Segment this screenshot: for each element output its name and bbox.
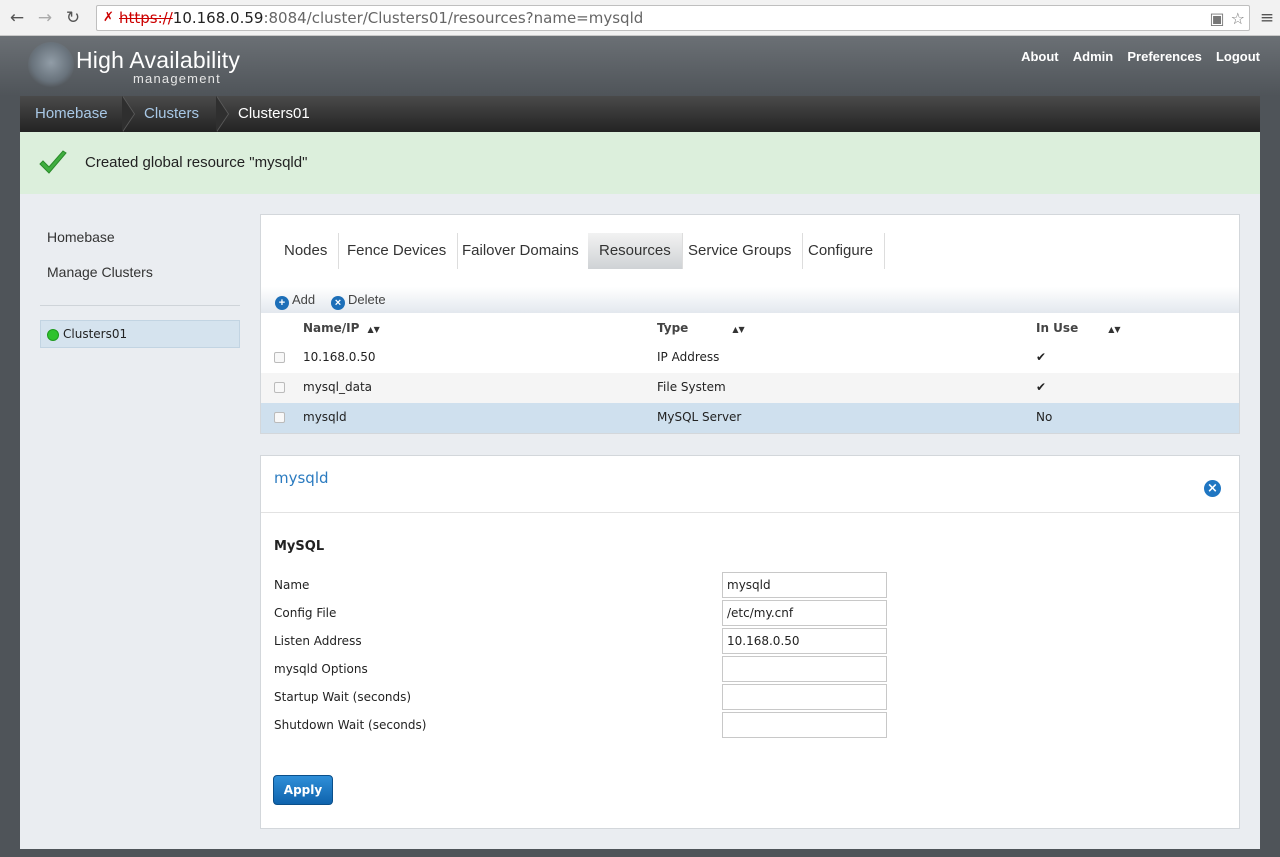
admin-link[interactable]: Admin xyxy=(1073,49,1113,64)
sort-icon: ▲▼ xyxy=(1108,325,1121,334)
column-header-in-use[interactable]: In Use ▲▼ xyxy=(1036,321,1121,335)
config-file-label: Config File xyxy=(274,606,337,620)
top-nav: About Admin Preferences Logout xyxy=(1011,49,1260,65)
sidebar-cluster-item[interactable]: Clusters01 xyxy=(40,320,240,348)
breadcrumb-clusters[interactable]: Clusters xyxy=(144,96,199,132)
breadcrumb-separator xyxy=(216,96,231,132)
delete-icon: × xyxy=(331,296,345,310)
tab-resources[interactable]: Resources xyxy=(588,233,683,269)
url-text: https://10.168.0.59:8084/cluster/Cluster… xyxy=(119,9,644,27)
preferences-link[interactable]: Preferences xyxy=(1127,49,1201,64)
cell-in-use: ✔ xyxy=(1036,350,1047,364)
tab-service-groups[interactable]: Service Groups xyxy=(677,233,804,269)
detail-divider xyxy=(261,512,1239,513)
cell-type: File System xyxy=(657,380,726,394)
success-notice: Created global resource "mysqld" xyxy=(20,132,1260,194)
breadcrumb-homebase[interactable]: Homebase xyxy=(35,96,108,132)
resources-panel: Nodes Fence Devices Failover Domains Res… xyxy=(260,214,1240,434)
delete-button[interactable]: × Delete xyxy=(331,292,386,310)
sidebar-item-manage-clusters[interactable]: Manage Clusters xyxy=(47,264,153,280)
status-online-icon xyxy=(47,329,59,341)
apply-button[interactable]: Apply xyxy=(273,775,333,805)
sidebar-divider xyxy=(40,305,240,306)
sidebar-item-homebase[interactable]: Homebase xyxy=(47,229,115,245)
tab-fence-devices[interactable]: Fence Devices xyxy=(336,233,459,269)
resource-toolbar: + Add × Delete xyxy=(261,287,1239,313)
breadcrumb-separator xyxy=(122,96,137,132)
listen-address-field[interactable] xyxy=(722,628,887,654)
translate-icon[interactable]: ▣ xyxy=(1210,9,1225,28)
add-icon: + xyxy=(275,296,289,310)
mysqld-options-label: mysqld Options xyxy=(274,662,368,676)
bookmark-star-icon[interactable]: ☆ xyxy=(1231,9,1245,28)
logo-icon xyxy=(28,42,74,88)
cell-type: IP Address xyxy=(657,350,720,364)
breadcrumb: Homebase Clusters Clusters01 xyxy=(20,96,1260,132)
checkmark-icon xyxy=(39,150,67,174)
cell-name: 10.168.0.50 xyxy=(303,350,376,364)
cell-in-use: No xyxy=(1036,410,1053,424)
cell-in-use: ✔ xyxy=(1036,380,1047,394)
forward-icon[interactable]: → xyxy=(34,7,56,29)
tab-configure[interactable]: Configure xyxy=(797,233,886,269)
cell-name: mysqld xyxy=(303,410,347,424)
back-icon[interactable]: ← xyxy=(6,7,28,29)
address-bar[interactable]: ✗ https://10.168.0.59:8084/cluster/Clust… xyxy=(96,5,1250,31)
row-checkbox[interactable] xyxy=(274,412,285,423)
startup-wait-field[interactable] xyxy=(722,684,887,710)
reload-icon[interactable]: ↻ xyxy=(62,7,84,29)
config-file-field[interactable] xyxy=(722,600,887,626)
section-title: MySQL xyxy=(274,539,325,554)
table-row[interactable]: 10.168.0.50 IP Address ✔ xyxy=(261,343,1239,373)
insecure-lock-icon: ✗ xyxy=(103,10,114,25)
shutdown-wait-label: Shutdown Wait (seconds) xyxy=(274,718,427,732)
app-subtitle: management xyxy=(133,71,221,86)
cell-name: mysql_data xyxy=(303,380,373,394)
cluster-name: Clusters01 xyxy=(63,327,128,341)
resource-detail-panel: mysqld × MySQL Name Config File Listen A… xyxy=(260,455,1240,829)
app-header: High Availability management About Admin… xyxy=(0,36,1280,96)
listen-address-label: Listen Address xyxy=(274,634,362,648)
about-link[interactable]: About xyxy=(1021,49,1059,64)
add-button[interactable]: + Add xyxy=(275,292,315,310)
tab-nodes[interactable]: Nodes xyxy=(273,233,340,269)
browser-toolbar: ← → ↻ ✗ https://10.168.0.59:8084/cluster… xyxy=(0,0,1280,36)
logout-link[interactable]: Logout xyxy=(1216,49,1260,64)
app-title: High Availability xyxy=(76,47,241,73)
table-row[interactable]: mysql_data File System ✔ xyxy=(261,373,1239,403)
name-label: Name xyxy=(274,578,310,592)
row-checkbox[interactable] xyxy=(274,352,285,363)
breadcrumb-current: Clusters01 xyxy=(238,105,310,122)
sort-icon: ▲▼ xyxy=(367,325,380,334)
column-header-name[interactable]: Name/IP ▲▼ xyxy=(303,321,380,335)
table-row[interactable]: mysqld MySQL Server No xyxy=(261,403,1239,433)
mysqld-options-field[interactable] xyxy=(722,656,887,682)
row-checkbox[interactable] xyxy=(274,382,285,393)
detail-title: mysqld xyxy=(274,469,329,487)
tab-failover-domains[interactable]: Failover Domains xyxy=(451,233,591,269)
shutdown-wait-field[interactable] xyxy=(722,712,887,738)
cell-type: MySQL Server xyxy=(657,410,742,424)
success-message: Created global resource "mysqld" xyxy=(85,154,308,171)
menu-icon[interactable]: ≡ xyxy=(1256,7,1278,29)
sort-icon: ▲▼ xyxy=(732,325,745,334)
startup-wait-label: Startup Wait (seconds) xyxy=(274,690,412,704)
column-header-type[interactable]: Type ▲▼ xyxy=(657,321,745,335)
name-field[interactable] xyxy=(722,572,887,598)
close-icon[interactable]: × xyxy=(1204,480,1221,497)
